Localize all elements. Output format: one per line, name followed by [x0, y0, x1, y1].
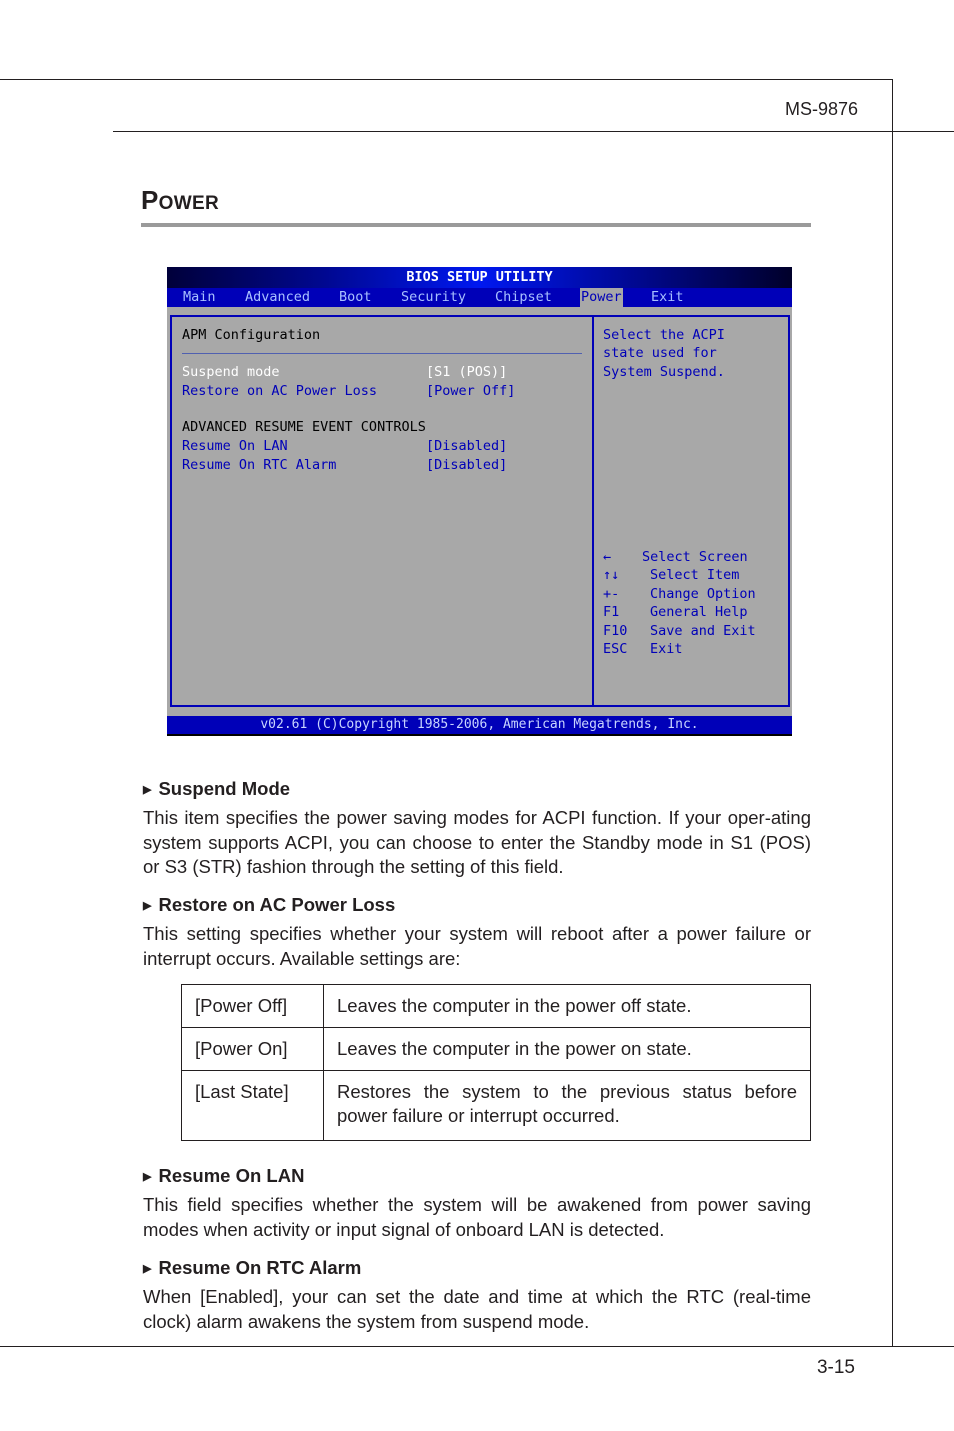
- table-row: [Last State] Restores the system to the …: [181, 1070, 811, 1141]
- bios-settings-panel: APM Configuration Suspend mode [S1 (POS)…: [170, 315, 594, 707]
- bullet-arrow-icon: ▶: [143, 1171, 152, 1183]
- bios-title-bar: BIOS SETUP UTILITY: [167, 267, 792, 288]
- section-title-initial: P: [141, 185, 159, 215]
- bios-value-resume-rtc[interactable]: [Disabled]: [426, 457, 507, 473]
- section-heading-resume-rtc: ▶ Resume On RTC Alarm: [143, 1257, 361, 1279]
- options-table: [Power Off] Leaves the computer in the p…: [181, 984, 811, 1141]
- bios-tab-advanced[interactable]: Advanced: [244, 288, 311, 307]
- bios-screenshot: BIOS SETUP UTILITY Main Advanced Boot Se…: [167, 267, 792, 736]
- section-title-rest: OWER: [158, 193, 219, 214]
- bios-key-f10: F10: [603, 623, 628, 639]
- bios-bottom-edge: [167, 734, 792, 736]
- option-description: Leaves the computer in the power off sta…: [323, 984, 811, 1028]
- section-body-resume-lan: This field specifies whether the system …: [143, 1194, 811, 1240]
- table-row: [Power Off] Leaves the computer in the p…: [181, 984, 811, 1028]
- bios-tab-boot[interactable]: Boot: [338, 288, 373, 307]
- section-body-resume-rtc: When [Enabled], your can set the date an…: [143, 1286, 811, 1332]
- bios-value-resume-lan[interactable]: [Disabled]: [426, 438, 507, 454]
- bios-help-line: Select the ACPI: [603, 327, 725, 343]
- model-number: MS-9876: [784, 99, 858, 119]
- bios-help-line: state used for: [603, 345, 717, 361]
- bios-menu-bar: Main Advanced Boot Security Chipset Powe…: [167, 288, 792, 307]
- table-row: [Power On] Leaves the computer in the po…: [181, 1027, 811, 1071]
- bullet-arrow-icon: ▶: [143, 784, 152, 796]
- plus-minus-key-icon: +-: [603, 586, 620, 602]
- option-description: Leaves the computer in the power on stat…: [323, 1027, 811, 1071]
- bios-key-action: Change Option: [650, 586, 756, 602]
- bios-key-action: Exit: [650, 641, 683, 657]
- up-down-arrow-key-icon: ↑↓: [603, 567, 620, 583]
- section-heading-resume-lan: ▶ Resume On LAN: [143, 1165, 304, 1187]
- bios-value-restore-ac[interactable]: [Power Off]: [426, 383, 515, 399]
- bios-tab-security[interactable]: Security: [400, 288, 467, 307]
- section-title: POWER: [141, 185, 219, 216]
- section-heading-text: Restore on AC Power Loss: [158, 894, 396, 915]
- bios-value-suspend-mode[interactable]: [S1 (POS)]: [426, 364, 507, 380]
- page-right-rule: [892, 79, 893, 1347]
- option-name: [Last State]: [181, 1070, 324, 1141]
- bios-panel-heading: APM Configuration: [182, 327, 321, 343]
- left-arrow-key-icon: ←: [603, 549, 612, 565]
- footer-rule: [0, 1346, 954, 1347]
- section-heading-text: Resume On LAN: [158, 1165, 305, 1186]
- section-heading-text: Resume On RTC Alarm: [158, 1257, 362, 1278]
- option-name: [Power Off]: [181, 984, 324, 1028]
- section-heading-restore-ac: ▶ Restore on AC Power Loss: [143, 894, 395, 916]
- section-body-suspend-mode: This item specifies the power saving mod…: [143, 807, 811, 877]
- bullet-arrow-icon: ▶: [143, 900, 152, 912]
- section-heading-suspend-mode: ▶ Suspend Mode: [143, 778, 290, 800]
- bios-tab-power[interactable]: Power: [580, 288, 623, 307]
- bios-key-action: Select Item: [650, 567, 740, 583]
- bios-help-panel: Select the ACPI state used for System Su…: [592, 315, 790, 707]
- section-body-restore-ac: This setting specifies whether your syst…: [143, 923, 811, 969]
- bios-key-action: Save and Exit: [650, 623, 756, 639]
- title-underline: [141, 223, 811, 227]
- bios-tab-main[interactable]: Main: [182, 288, 217, 307]
- bios-key-f1: F1: [603, 604, 620, 620]
- bios-item-restore-ac[interactable]: Restore on AC Power Loss: [182, 383, 377, 399]
- bios-group-heading: ADVANCED RESUME EVENT CONTROLS: [182, 419, 426, 435]
- bios-copyright-bar: v02.61 (C)Copyright 1985-2006, American …: [167, 716, 792, 734]
- option-name: [Power On]: [181, 1027, 324, 1071]
- page-number: 3-15: [816, 1357, 855, 1378]
- bios-item-suspend-mode[interactable]: Suspend mode: [182, 364, 280, 380]
- bios-divider: [182, 353, 582, 354]
- bios-item-resume-rtc[interactable]: Resume On RTC Alarm: [182, 457, 336, 473]
- option-description: Restores the system to the previous stat…: [323, 1070, 811, 1141]
- bios-item-resume-lan[interactable]: Resume On LAN: [182, 438, 288, 454]
- bios-tab-exit[interactable]: Exit: [650, 288, 685, 307]
- bios-key-action: Select Screen: [642, 549, 748, 565]
- page-top-rule: [0, 79, 893, 80]
- bios-key-action: General Help: [650, 604, 748, 620]
- bios-key-esc: ESC: [603, 641, 628, 657]
- section-heading-text: Suspend Mode: [158, 778, 291, 799]
- header-rule: [113, 131, 954, 132]
- bios-help-line: System Suspend.: [603, 364, 725, 380]
- bullet-arrow-icon: ▶: [143, 1263, 152, 1275]
- bios-tab-chipset[interactable]: Chipset: [494, 288, 553, 307]
